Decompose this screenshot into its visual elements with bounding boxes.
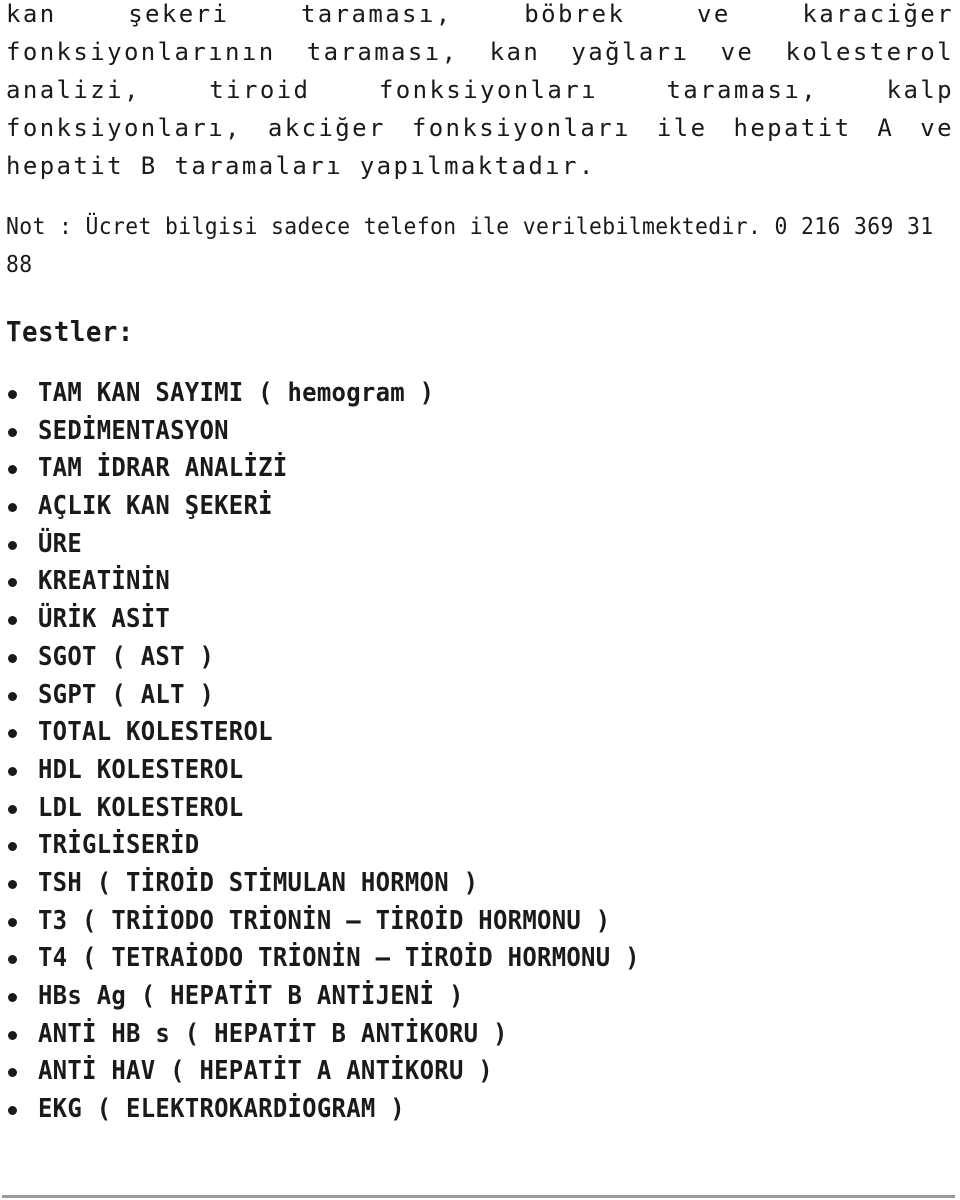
- test-name: AÇLIK KAN ŞEKERİ: [38, 491, 273, 522]
- tests-heading: Testler:: [6, 315, 134, 348]
- article-content: kan şekeri taraması, böbrek ve karaciğer…: [6, 0, 954, 1124]
- bullet-icon: [8, 917, 17, 927]
- test-name: EKG ( ELEKTROKARDİOGRAM ): [38, 1094, 405, 1125]
- bullet-icon: [8, 804, 17, 814]
- test-name: SGOT ( AST ): [38, 641, 215, 672]
- test-name: KREATİNİN: [38, 566, 171, 597]
- test-name: HDL KOLESTEROL: [38, 754, 244, 785]
- bullet-icon: [8, 390, 17, 399]
- test-name: ÜRE: [38, 528, 83, 559]
- test-name: TSH ( TİROİD STİMULAN HORMON ): [38, 867, 479, 898]
- test-name: SEDİMENTASYON: [38, 415, 229, 446]
- bullet-icon: [8, 1068, 17, 1078]
- test-name: HBs Ag ( HEPATİT B ANTİJENİ ): [38, 981, 464, 1011]
- bullet-icon: [8, 729, 17, 739]
- bullet-icon: [8, 766, 17, 776]
- bullet-icon: [8, 842, 17, 852]
- price-note: Not : Ücret bilgisi sadece telefon ile v…: [6, 214, 934, 278]
- bullet-icon: [8, 540, 17, 550]
- bullet-icon: [8, 1106, 17, 1116]
- bullet-icon: [8, 503, 17, 513]
- bullet-icon: [8, 653, 17, 663]
- test-name: SGPT ( ALT ): [38, 679, 215, 710]
- horizontal-divider: [2, 1195, 955, 1198]
- bullet-icon: [8, 955, 17, 965]
- test-name: TAM İDRAR ANALİZİ: [38, 453, 288, 484]
- test-name: LDL KOLESTEROL: [38, 792, 244, 823]
- bullet-icon: [8, 616, 17, 626]
- bullet-icon: [8, 578, 17, 588]
- test-name: ANTİ HB s ( HEPATİT B ANTİKORU ): [38, 1018, 508, 1049]
- bullet-icon: [8, 465, 17, 475]
- test-name: TOTAL KOLESTEROL: [38, 717, 273, 748]
- test-name: T3 ( TRİİODO TRİONİN – TİROİD HORMONU ): [38, 905, 611, 936]
- bullet-icon: [8, 1030, 17, 1040]
- bullet-icon: [8, 691, 17, 701]
- test-name: T4 ( TETRAİODO TRİONİN – TİROİD HORMONU …: [38, 943, 640, 974]
- test-name: TAM KAN SAYIMI ( hemogram ): [38, 378, 435, 408]
- bullet-icon: [8, 879, 17, 889]
- test-name: ÜRİK ASİT: [38, 604, 171, 635]
- test-name: TRİGLİSERİD: [38, 830, 200, 861]
- intro-paragraph: kan şekeri taraması, böbrek ve karaciğer…: [6, 0, 954, 180]
- bullet-icon: [8, 993, 17, 1002]
- test-name: ANTİ HAV ( HEPATİT A ANTİKORU ): [38, 1056, 493, 1087]
- bullet-icon: [8, 427, 17, 437]
